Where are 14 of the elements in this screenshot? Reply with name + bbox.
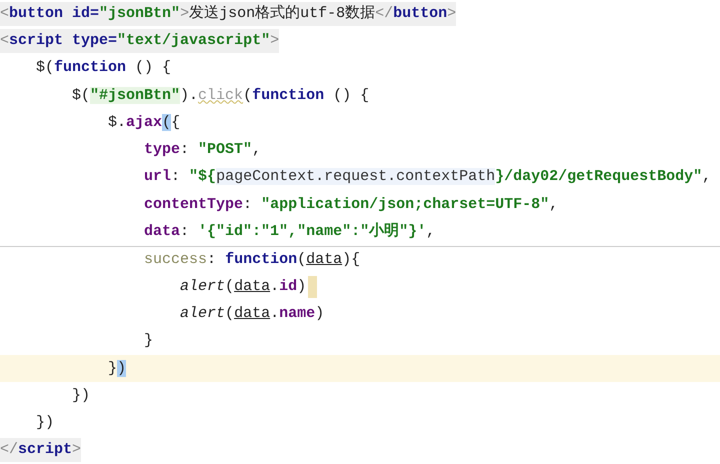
code-line: alert(data.id) — [179, 276, 306, 297]
code-line: data: '{"id":"1","name":"小明"}', — [143, 221, 436, 242]
code-line: }) — [35, 413, 54, 434]
code-line: }) — [71, 386, 90, 406]
code-line: success: function(data){ — [143, 250, 360, 270]
code-line: $(function () { — [35, 58, 172, 78]
code-line: contentType: "application/json;charset=UTF-8", — [143, 194, 558, 215]
code-line: } — [143, 331, 154, 352]
code-line: type: "POST", — [143, 140, 262, 160]
code-line: $.ajax({ — [107, 112, 180, 133]
code-line: }) — [107, 358, 126, 378]
code-line: $("#jsonBtn").click(function () { — [71, 86, 370, 106]
code-line: alert(data.name) — [179, 304, 324, 324]
code-line: url: "${pageContext.request.contextPath}/day02/getRequestBody", — [143, 167, 712, 188]
